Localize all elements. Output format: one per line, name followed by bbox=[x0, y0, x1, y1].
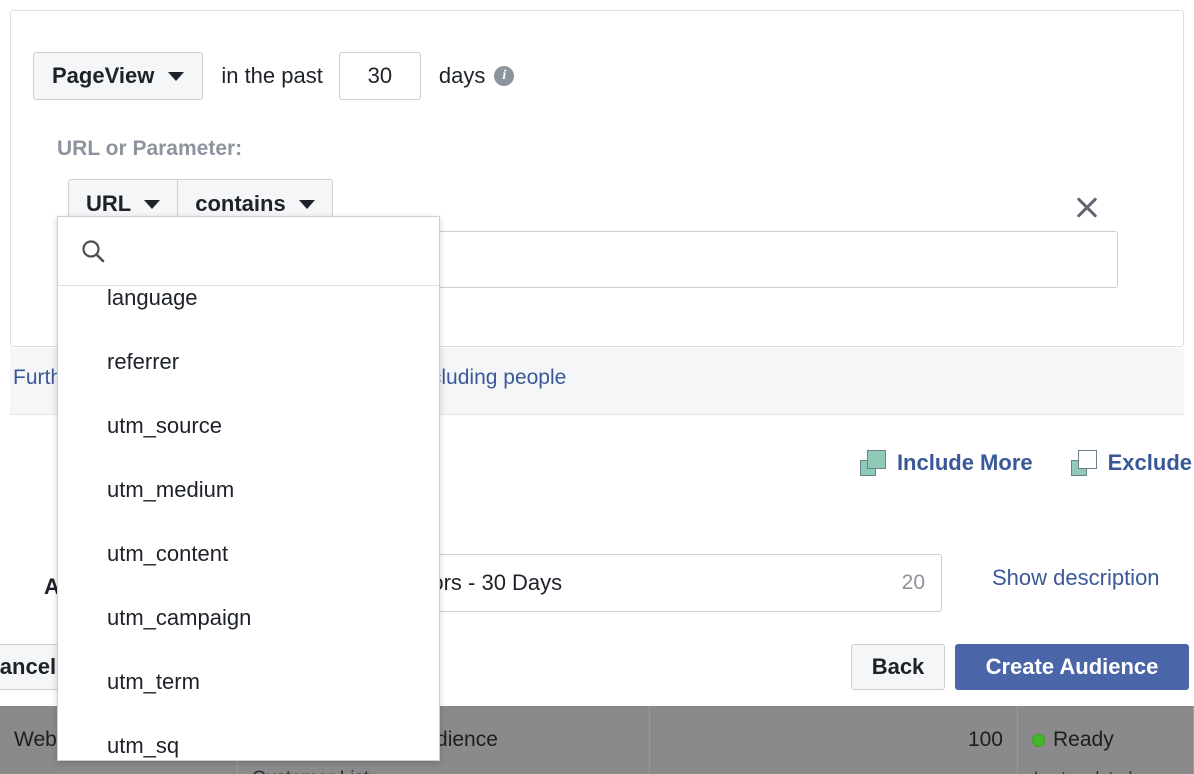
in-the-past-label: in the past bbox=[221, 63, 323, 88]
dropdown-item[interactable]: referrer bbox=[58, 330, 439, 394]
event-type-select[interactable]: PageView bbox=[33, 52, 204, 100]
dropdown-item[interactable]: utm_source bbox=[58, 394, 439, 458]
days-label: days bbox=[438, 63, 486, 88]
dropdown-item[interactable]: utm_content bbox=[58, 522, 439, 586]
dropdown-item[interactable]: language bbox=[58, 286, 439, 330]
table-cell-size: 100 bbox=[650, 706, 1018, 774]
create-audience-button[interactable]: Create Audience bbox=[955, 644, 1189, 690]
event-type-label: PageView bbox=[52, 63, 155, 88]
url-or-parameter-label: URL or Parameter: bbox=[57, 137, 243, 160]
dropdown-search-row bbox=[58, 217, 439, 286]
table-cell-status: Ready bbox=[1018, 706, 1194, 774]
include-more-button[interactable]: Include More bbox=[859, 449, 1033, 476]
dropdown-item[interactable]: utm_sq bbox=[58, 714, 439, 760]
url-field-label: URL bbox=[86, 191, 132, 216]
search-icon bbox=[82, 240, 105, 263]
event-row: PageView in the past daysi bbox=[33, 52, 515, 100]
chevron-down-icon bbox=[298, 199, 315, 209]
status-dot-icon bbox=[1032, 733, 1045, 747]
info-icon[interactable]: i bbox=[494, 66, 515, 86]
operator-label: contains bbox=[195, 191, 286, 216]
dropdown-list-inner: language referrer utm_source utm_medium … bbox=[58, 286, 439, 760]
audience-name-char-count: 20 bbox=[901, 571, 925, 594]
dropdown-item[interactable]: utm_campaign bbox=[58, 586, 439, 650]
screen-root: Website Visitors Website Custom Audience… bbox=[0, 0, 1194, 774]
back-button[interactable]: Back bbox=[851, 644, 945, 690]
dropdown-search-input[interactable] bbox=[124, 231, 417, 271]
dropdown-list[interactable]: language referrer utm_source utm_medium … bbox=[58, 286, 439, 760]
show-description-link[interactable]: Show description bbox=[992, 565, 1160, 591]
exclude-label: Exclude bbox=[1107, 449, 1192, 475]
dropdown-item[interactable]: utm_medium bbox=[58, 458, 439, 522]
stack-filled-icon bbox=[859, 449, 886, 476]
table-cell-status-sub: Last updated bbox=[1034, 768, 1132, 774]
rule-value-input[interactable] bbox=[391, 231, 1118, 288]
chevron-down-icon bbox=[144, 199, 161, 209]
url-parameter-dropdown: language referrer utm_source utm_medium … bbox=[57, 216, 440, 761]
status-label: Ready bbox=[1053, 728, 1114, 751]
stack-hollow-icon bbox=[1070, 449, 1097, 476]
exclude-button[interactable]: Exclude bbox=[1070, 449, 1192, 476]
table-cell-name-sub: Customer List bbox=[252, 768, 369, 774]
dropdown-item[interactable]: utm_term bbox=[58, 650, 439, 714]
retention-days-input[interactable] bbox=[338, 52, 421, 100]
chevron-down-icon bbox=[168, 71, 185, 81]
close-icon[interactable] bbox=[1071, 191, 1103, 223]
include-more-label: Include More bbox=[896, 449, 1033, 475]
